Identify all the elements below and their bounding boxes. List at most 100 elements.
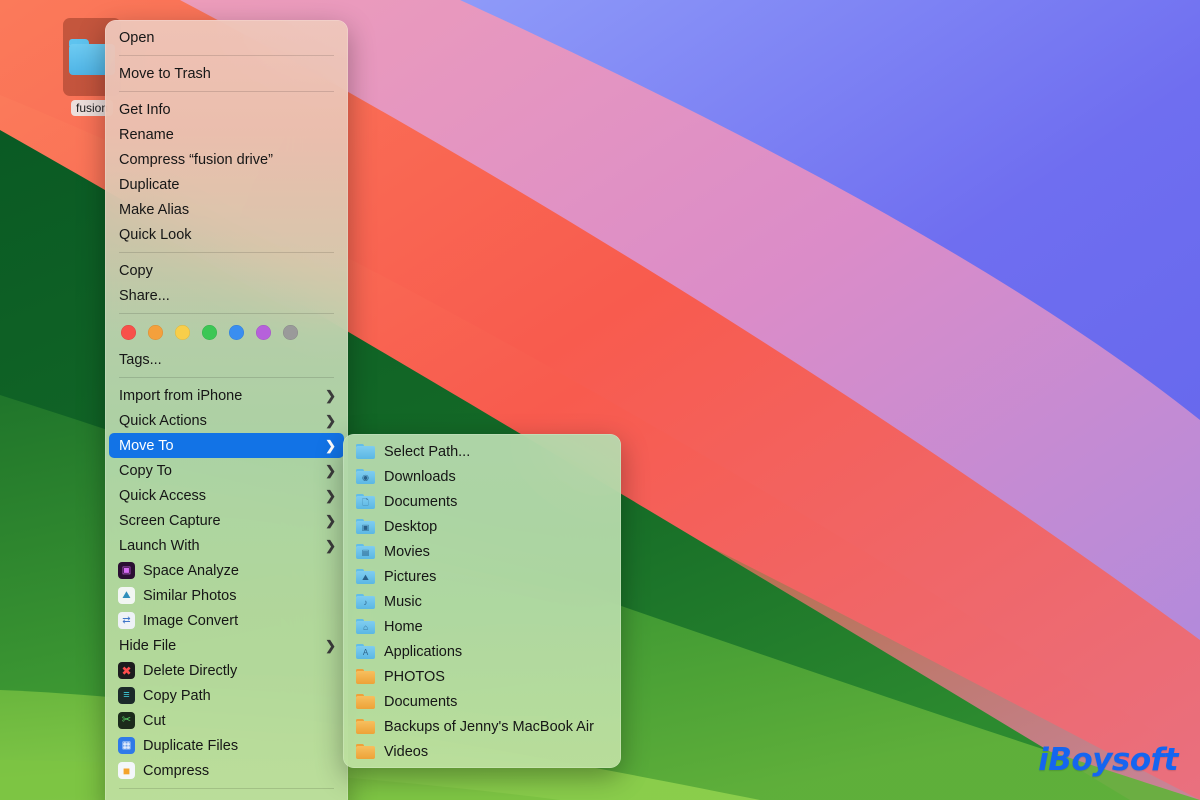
- menu-item-label: Quick Access: [119, 488, 325, 504]
- menu-item-duplicate[interactable]: Duplicate: [105, 172, 348, 197]
- menu-item-launch-with[interactable]: Launch With ❯: [105, 533, 348, 558]
- gray-tag-icon[interactable]: [283, 325, 298, 340]
- submenu-item-label: Backups of Jenny's MacBook Air: [384, 719, 609, 735]
- menu-item-label: Quick Look: [119, 227, 336, 243]
- submenu-item-label: Select Path...: [384, 444, 609, 460]
- submenu-item-label: Videos: [384, 744, 609, 760]
- menu-item-rename[interactable]: Rename: [105, 122, 348, 147]
- menu-item-hide-file[interactable]: Hide File ❯: [105, 633, 348, 658]
- menu-separator: [119, 252, 334, 253]
- menu-item-label: Rename: [119, 127, 336, 143]
- submenu-item-label: Music: [384, 594, 609, 610]
- menu-item-quick-actions[interactable]: Quick Actions ❯: [105, 408, 348, 433]
- menu-item-open[interactable]: Open: [105, 25, 348, 50]
- menu-item-tags[interactable]: Tags...: [105, 347, 348, 372]
- chevron-right-icon: ❯: [325, 464, 336, 477]
- menu-item-move-to-trash[interactable]: Move to Trash: [105, 61, 348, 86]
- red-tag-icon[interactable]: [121, 325, 136, 340]
- submenu-item-downloads[interactable]: ◉ Downloads: [343, 464, 621, 489]
- space-analyze-icon: ▣: [118, 562, 135, 579]
- menu-item-make-alias[interactable]: Make Alias: [105, 197, 348, 222]
- chevron-right-icon: ❯: [325, 439, 336, 452]
- tag-color-swatches[interactable]: [105, 319, 348, 347]
- menu-item-label: Duplicate Files: [143, 738, 336, 754]
- menu-item-label: Open: [119, 30, 336, 46]
- yellow-tag-icon[interactable]: [175, 325, 190, 340]
- chevron-right-icon: ❯: [325, 539, 336, 552]
- menu-item-copy-to[interactable]: Copy To ❯: [105, 458, 348, 483]
- submenu-item-backups[interactable]: Backups of Jenny's MacBook Air: [343, 714, 621, 739]
- menu-item-move-to[interactable]: Move To ❯: [109, 433, 344, 458]
- submenu-item-pictures[interactable]: ⛰ Pictures: [343, 564, 621, 589]
- menu-item-import-from-iphone[interactable]: Import from iPhone ❯: [105, 383, 348, 408]
- submenu-item-desktop[interactable]: ▣ Desktop: [343, 514, 621, 539]
- menu-item-compress[interactable]: ■ Compress: [105, 758, 348, 783]
- move-to-submenu[interactable]: Select Path... ◉ Downloads 🗋 Documents ▣…: [343, 434, 621, 768]
- orange-tag-icon[interactable]: [148, 325, 163, 340]
- folder-icon: [356, 719, 375, 734]
- finder-context-menu[interactable]: Open Move to Trash Get Info Rename Compr…: [105, 20, 348, 800]
- menu-item-label: Compress “fusion drive”: [119, 152, 336, 168]
- applications-folder-icon: A: [356, 644, 375, 659]
- purple-tag-icon[interactable]: [256, 325, 271, 340]
- submenu-item-photos[interactable]: PHOTOS: [343, 664, 621, 689]
- desktop-screen: fusion Open Move to Trash Get Info Renam…: [0, 0, 1200, 800]
- menu-item-label: Copy To: [119, 463, 325, 479]
- menu-item-label: Space Analyze: [143, 563, 336, 579]
- menu-item-label: Make Alias: [119, 202, 336, 218]
- menu-item-label: Duplicate: [119, 177, 336, 193]
- menu-separator: [119, 313, 334, 314]
- menu-separator: [119, 788, 334, 789]
- documents-folder-icon: 🗋: [356, 494, 375, 509]
- copy-path-icon: ≡: [118, 687, 135, 704]
- menu-item-share[interactable]: Share...: [105, 283, 348, 308]
- menu-item-delete-directly[interactable]: ✖ Delete Directly: [105, 658, 348, 683]
- menu-item-similar-photos[interactable]: ⛰ Similar Photos: [105, 583, 348, 608]
- menu-item-label: Quick Actions: [119, 413, 325, 429]
- submenu-item-documents[interactable]: 🗋 Documents: [343, 489, 621, 514]
- menu-item-image-convert[interactable]: ⇄ Image Convert: [105, 608, 348, 633]
- image-convert-icon: ⇄: [118, 612, 135, 629]
- menu-item-label: Move To: [119, 438, 325, 454]
- menu-item-label: Copy Path: [143, 688, 336, 704]
- menu-item-quick-look[interactable]: Quick Look: [105, 222, 348, 247]
- menu-item-label: Share...: [119, 288, 336, 304]
- submenu-item-label: Documents: [384, 494, 609, 510]
- chevron-right-icon: ❯: [325, 414, 336, 427]
- submenu-item-documents-external[interactable]: Documents: [343, 689, 621, 714]
- blue-tag-icon[interactable]: [229, 325, 244, 340]
- chevron-right-icon: ❯: [325, 639, 336, 652]
- submenu-item-label: Applications: [384, 644, 609, 660]
- menu-item-compress-named[interactable]: Compress “fusion drive”: [105, 147, 348, 172]
- menu-item-label: Get Info: [119, 102, 336, 118]
- menu-item-label: Delete Directly: [143, 663, 336, 679]
- menu-item-duplicate-files[interactable]: ▦ Duplicate Files: [105, 733, 348, 758]
- submenu-item-applications[interactable]: A Applications: [343, 639, 621, 664]
- menu-item-quick-access[interactable]: Quick Access ❯: [105, 483, 348, 508]
- folder-icon: [356, 444, 375, 459]
- menu-item-space-analyze[interactable]: ▣ Space Analyze: [105, 558, 348, 583]
- submenu-item-label: PHOTOS: [384, 669, 609, 685]
- pictures-folder-icon: ⛰: [356, 569, 375, 584]
- movies-folder-icon: ▤: [356, 544, 375, 559]
- submenu-item-music[interactable]: ♪ Music: [343, 589, 621, 614]
- menu-item-get-info[interactable]: Get Info: [105, 97, 348, 122]
- green-tag-icon[interactable]: [202, 325, 217, 340]
- submenu-item-home[interactable]: ⌂ Home: [343, 614, 621, 639]
- menu-item-cut[interactable]: ✂ Cut: [105, 708, 348, 733]
- menu-item-copy[interactable]: Copy: [105, 258, 348, 283]
- menu-item-copy-path[interactable]: ≡ Copy Path: [105, 683, 348, 708]
- downloads-folder-icon: ◉: [356, 469, 375, 484]
- chevron-right-icon: ❯: [325, 489, 336, 502]
- submenu-item-videos[interactable]: Videos: [343, 739, 621, 764]
- menu-item-screen-capture[interactable]: Screen Capture ❯: [105, 508, 348, 533]
- menu-item-label: Screen Capture: [119, 513, 325, 529]
- submenu-item-select-path[interactable]: Select Path...: [343, 439, 621, 464]
- duplicate-files-icon: ▦: [118, 737, 135, 754]
- menu-item-label: Tags...: [119, 352, 336, 368]
- menu-separator: [119, 55, 334, 56]
- submenu-item-label: Pictures: [384, 569, 609, 585]
- menu-separator: [119, 377, 334, 378]
- desktop-folder-icon: ▣: [356, 519, 375, 534]
- submenu-item-movies[interactable]: ▤ Movies: [343, 539, 621, 564]
